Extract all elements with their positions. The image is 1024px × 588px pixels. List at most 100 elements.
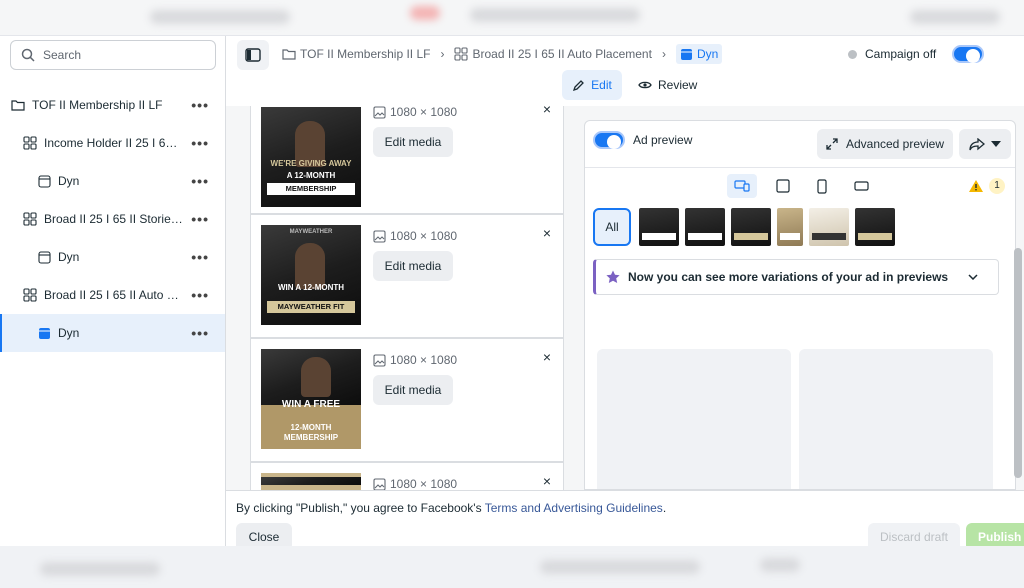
close-icon[interactable]: ×: [543, 473, 551, 489]
sidebar-item-adset[interactable]: Income Holder II 25 I 65 I... •••: [0, 124, 225, 162]
more-options-icon[interactable]: •••: [191, 173, 209, 189]
more-options-icon[interactable]: •••: [191, 135, 209, 151]
more-options-icon[interactable]: •••: [191, 211, 209, 227]
variant-thumbnail[interactable]: [855, 208, 895, 246]
image-icon: [373, 477, 386, 490]
variant-thumbnail[interactable]: [639, 208, 679, 246]
blurred-text: [760, 558, 800, 572]
edit-media-button[interactable]: Edit media: [373, 375, 453, 405]
close-icon[interactable]: ×: [543, 225, 551, 241]
search-input[interactable]: Search: [10, 40, 216, 70]
folder-icon: [282, 49, 296, 60]
thumb-caption: WE'RE GIVING AWAY: [270, 159, 352, 168]
advanced-preview-button[interactable]: Advanced preview: [817, 129, 953, 159]
edit-media-button[interactable]: Edit media: [373, 251, 453, 281]
variations-notice[interactable]: Now you can see more variations of your …: [593, 259, 999, 295]
notice-text: Now you can see more variations of your …: [628, 270, 949, 284]
share-icon: [969, 137, 985, 150]
ad-preview-toggle[interactable]: [593, 131, 625, 149]
media-thumbnail[interactable]: WE'RE GIVING AWAY A 12-MONTH MEMBERSHIP: [261, 107, 361, 207]
media-card: 1080 × 1080 ×: [250, 462, 564, 490]
thumb-caption: 12-MONTH: [290, 423, 332, 432]
close-icon[interactable]: ×: [543, 349, 551, 365]
media-dimensions: 1080 × 1080: [373, 229, 457, 243]
dimensions-label: 1080 × 1080: [390, 106, 458, 119]
more-options-icon[interactable]: •••: [191, 287, 209, 303]
breadcrumb-ad[interactable]: Dyn: [675, 44, 723, 64]
thumb-caption: WIN A FREE: [281, 399, 341, 410]
ad-preview-panel: Ad preview Advanced preview 1 All Now yo…: [584, 120, 1016, 490]
media-thumbnail[interactable]: [261, 473, 361, 490]
dimensions-label: 1080 × 1080: [390, 353, 458, 367]
campaign-toggle[interactable]: [952, 45, 985, 63]
breadcrumb-campaign[interactable]: TOF II Membership II LF: [282, 47, 430, 61]
ad-icon: [36, 249, 52, 265]
warning-indicator[interactable]: 1: [969, 178, 1005, 194]
vertical-format-icon[interactable]: [807, 174, 837, 198]
sidebar: Search TOF II Membership II LF ••• Incom…: [0, 36, 226, 546]
horizontal-format-icon[interactable]: [846, 174, 876, 198]
more-options-icon[interactable]: •••: [191, 97, 209, 113]
close-icon[interactable]: ×: [543, 106, 551, 117]
image-icon: [373, 229, 386, 243]
variant-thumbnail[interactable]: [731, 208, 771, 246]
media-thumbnail[interactable]: MAYWEATHER WIN A 12-MONTH MAYWEATHER FIT: [261, 225, 361, 325]
blurred-text: [40, 562, 160, 576]
sidebar-item-ad[interactable]: Dyn •••: [0, 238, 225, 276]
ad-icon: [36, 325, 52, 341]
blurred-text: [150, 10, 290, 24]
grid-icon: [22, 287, 38, 303]
share-button[interactable]: [959, 129, 1011, 159]
sidebar-item-ad[interactable]: Dyn •••: [0, 162, 225, 200]
toggle-sidebar-button[interactable]: [237, 40, 269, 70]
thumb-caption: A 12-MONTH: [286, 171, 336, 180]
blurred-text: [470, 8, 640, 22]
blurred-text: [540, 560, 700, 574]
more-options-icon[interactable]: •••: [191, 325, 209, 341]
sidebar-item-ad-selected[interactable]: Dyn •••: [0, 314, 225, 352]
expand-icon: [826, 138, 838, 150]
variant-thumbnail[interactable]: [777, 208, 803, 246]
grid-icon: [22, 211, 38, 227]
variant-thumbnail[interactable]: [809, 208, 849, 246]
status-dot-icon: [848, 49, 857, 59]
campaign-status-label: Campaign off: [865, 47, 937, 61]
sidebar-item-label: Broad II 25 I 65 II Stories ...: [44, 212, 184, 226]
scrollbar[interactable]: [1014, 248, 1022, 478]
variant-thumbnail[interactable]: [685, 208, 725, 246]
pencil-icon: [573, 79, 585, 91]
media-card: MAYWEATHER WIN A 12-MONTH MAYWEATHER FIT…: [250, 214, 564, 338]
sidebar-item-label: Dyn: [58, 326, 80, 340]
bottom-bar-blurred: [0, 546, 1024, 588]
all-variants-button[interactable]: All: [593, 208, 631, 246]
square-format-icon[interactable]: [768, 174, 798, 198]
more-options-icon[interactable]: •••: [191, 249, 209, 265]
dimensions-label: 1080 × 1080: [390, 229, 458, 243]
sidebar-item-adset[interactable]: Broad II 25 I 65 II Auto Pl... •••: [0, 276, 225, 314]
media-list: WE'RE GIVING AWAY A 12-MONTH MEMBERSHIP …: [226, 106, 576, 490]
image-icon: [373, 106, 386, 119]
search-icon: [21, 48, 35, 62]
ad-preview-toggle-row: Ad preview: [593, 131, 692, 149]
preview-placeholder: [799, 349, 993, 489]
chevron-right-icon: ›: [440, 47, 445, 61]
media-card: WIN A FREE 12-MONTH MEMBERSHIP 1080 × 10…: [250, 338, 564, 462]
chevron-down-icon: [991, 141, 1001, 147]
thumb-caption: MAYWEATHER FIT: [267, 301, 355, 313]
warning-icon: [969, 180, 983, 192]
sidebar-item-campaign[interactable]: TOF II Membership II LF •••: [0, 86, 225, 124]
media-thumbnail[interactable]: WIN A FREE 12-MONTH MEMBERSHIP: [261, 349, 361, 449]
breadcrumb-label: Dyn: [696, 47, 719, 61]
image-icon: [373, 353, 386, 367]
edit-tab[interactable]: Edit: [562, 70, 622, 100]
review-tab[interactable]: Review: [638, 70, 697, 100]
terms-link[interactable]: Terms and Advertising Guidelines: [485, 501, 663, 515]
sidebar-item-label: Income Holder II 25 I 65 I...: [44, 136, 184, 150]
multi-device-icon[interactable]: [727, 174, 757, 198]
edit-media-button[interactable]: Edit media: [373, 127, 453, 157]
media-dimensions: 1080 × 1080: [373, 353, 457, 367]
sidebar-item-adset[interactable]: Broad II 25 I 65 II Stories ... •••: [0, 200, 225, 238]
campaign-status: Campaign off: [848, 45, 985, 63]
breadcrumb-adset[interactable]: Broad II 25 I 65 II Auto Placement: [454, 47, 652, 61]
preview-area: Ad preview Advanced preview 1 All Now yo…: [576, 106, 1024, 490]
